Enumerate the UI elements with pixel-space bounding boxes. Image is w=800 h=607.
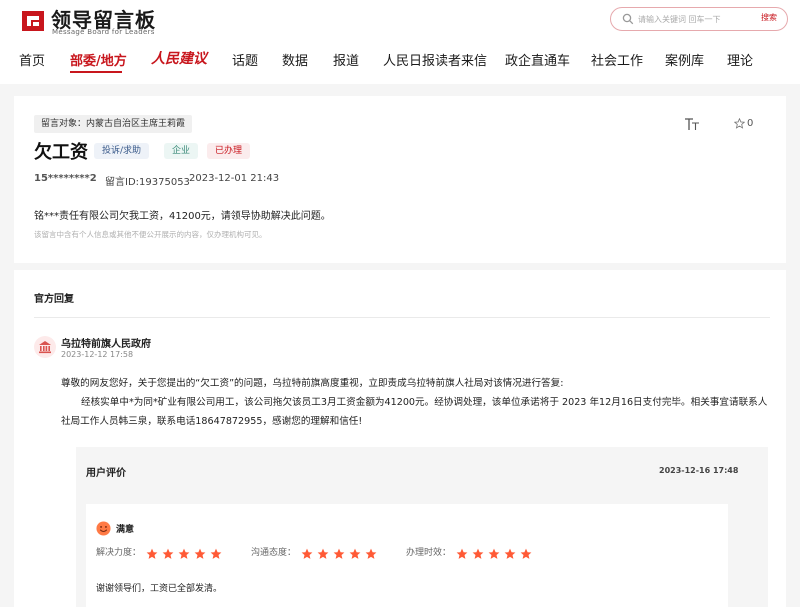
favorite-count: 0 xyxy=(747,118,754,129)
star-icon xyxy=(472,545,484,559)
message-id: 留言ID:19375053 xyxy=(105,177,190,188)
evaluation-title: 用户评价 xyxy=(86,468,126,479)
reply-body: 尊敬的网友您好，关于您提出的“欠工资”的问题，乌拉特前旗高度重视，立即责成乌拉特… xyxy=(61,374,776,431)
star-icon xyxy=(520,545,532,559)
nav-item-case-library[interactable]: 案例库 xyxy=(665,50,704,69)
nav-item-theory[interactable]: 理论 xyxy=(727,50,753,69)
nav-item-reports[interactable]: 报道 xyxy=(333,50,359,69)
reply-time: 2023-12-12 17:58 xyxy=(61,350,134,359)
tag-complaint: 投诉/求助 xyxy=(94,143,150,159)
star-icon xyxy=(178,545,190,559)
star-icon xyxy=(456,545,468,559)
star-icon xyxy=(488,545,500,559)
tag-enterprise: 企业 xyxy=(164,143,199,159)
star-icon xyxy=(317,545,329,559)
search-button[interactable]: 搜索 xyxy=(761,12,777,23)
message-user: 15********2 xyxy=(34,173,97,184)
font-size-icon[interactable] xyxy=(684,117,700,131)
message-target: 留言对象：内蒙古自治区主席王莉霞 xyxy=(34,115,193,133)
message-time: 2023-12-01 21:43 xyxy=(189,173,280,184)
message-title: 欠工资 xyxy=(34,142,88,163)
search-icon xyxy=(622,13,634,25)
star-icon xyxy=(162,545,174,559)
nav-item-data[interactable]: 数据 xyxy=(282,50,308,69)
divider xyxy=(34,317,770,318)
search-box: 搜索 xyxy=(610,7,788,31)
star-icon xyxy=(333,545,345,559)
reply-org: 乌拉特前旗人民政府 xyxy=(61,339,151,350)
evaluation-comment: 谢谢领导们，工资已全部发清。 xyxy=(96,584,223,594)
star-icon xyxy=(504,545,516,559)
rating-stars-timeliness xyxy=(456,545,536,559)
evaluation-time: 2023-12-16 17:48 xyxy=(659,466,739,475)
smiley-face-icon xyxy=(96,521,111,536)
nav-item-gov-enterprise[interactable]: 政企直通车 xyxy=(505,50,570,69)
status-badge: 已办理 xyxy=(207,143,251,159)
rating-stars-attitude xyxy=(301,545,381,559)
star-icon xyxy=(194,545,206,559)
nav-item-people-suggestions[interactable]: 人民建议 xyxy=(151,48,207,68)
official-reply-title: 官方回复 xyxy=(34,294,74,305)
nav-item-ministries-local[interactable]: 部委/地方 xyxy=(70,50,127,69)
site-header: 领导留言板 Message Board for Leaders 搜索 首页 部委… xyxy=(0,0,800,84)
user-evaluation: 用户评价 2023-12-16 17:48 满意 解决力度： 沟通态度： 办理时… xyxy=(76,447,768,607)
privacy-notice: 该留言中含有个人信息或其他不便公开展示的内容，仅办理机构可见。 xyxy=(34,230,267,239)
overall-rating: 满意 xyxy=(116,525,135,535)
star-icon xyxy=(301,545,313,559)
star-icon xyxy=(210,545,222,559)
nav-item-home[interactable]: 首页 xyxy=(19,50,45,69)
favorite-star-icon[interactable] xyxy=(734,118,745,129)
rating-stars-resolution xyxy=(146,545,226,559)
search-input[interactable] xyxy=(638,11,756,27)
main-nav: 首页 部委/地方 人民建议 话题 数据 报道 人民日报读者来信 政企直通车 社会… xyxy=(0,48,800,73)
reply-card: 官方回复 乌拉特前旗人民政府 2023-12-12 17:58 尊敬的网友您好，… xyxy=(14,270,786,607)
star-icon xyxy=(349,545,361,559)
nav-item-topics[interactable]: 话题 xyxy=(232,50,258,69)
rating-label: 办理时效： xyxy=(406,548,452,558)
reply-paragraph: 经核实单中*为同*矿业有限公司用工，该公司拖欠该员工3月工资金额为41200元。… xyxy=(61,397,768,427)
nav-item-readers-letters[interactable]: 人民日报读者来信 xyxy=(383,50,487,69)
rating-label: 沟通态度： xyxy=(251,548,297,558)
logo-subtitle: Message Board for Leaders xyxy=(52,28,155,36)
evaluation-detail: 满意 解决力度： 沟通态度： 办理时效： 谢谢领导们，工资已全部发清。 xyxy=(86,504,728,607)
gov-avatar xyxy=(34,336,56,358)
logo-mark-icon xyxy=(22,11,44,31)
nav-item-social-work[interactable]: 社会工作 xyxy=(591,50,643,69)
rating-label: 解决力度： xyxy=(96,548,142,558)
reply-paragraph: 尊敬的网友您好，关于您提出的“欠工资”的问题，乌拉特前旗高度重视，立即责成乌拉特… xyxy=(61,378,564,389)
message-content: 铭***责任有限公司欠我工资，41200元，请领导协助解决此问题。 xyxy=(34,211,331,222)
star-icon xyxy=(365,545,377,559)
government-building-icon xyxy=(39,341,51,354)
nav-active-underline xyxy=(70,71,122,73)
message-card: 留言对象：内蒙古自治区主席王莉霞 0 欠工资 投诉/求助 企业 已办理 15**… xyxy=(14,96,786,263)
star-icon xyxy=(146,545,158,559)
site-logo[interactable]: 领导留言板 Message Board for Leaders xyxy=(20,6,180,36)
